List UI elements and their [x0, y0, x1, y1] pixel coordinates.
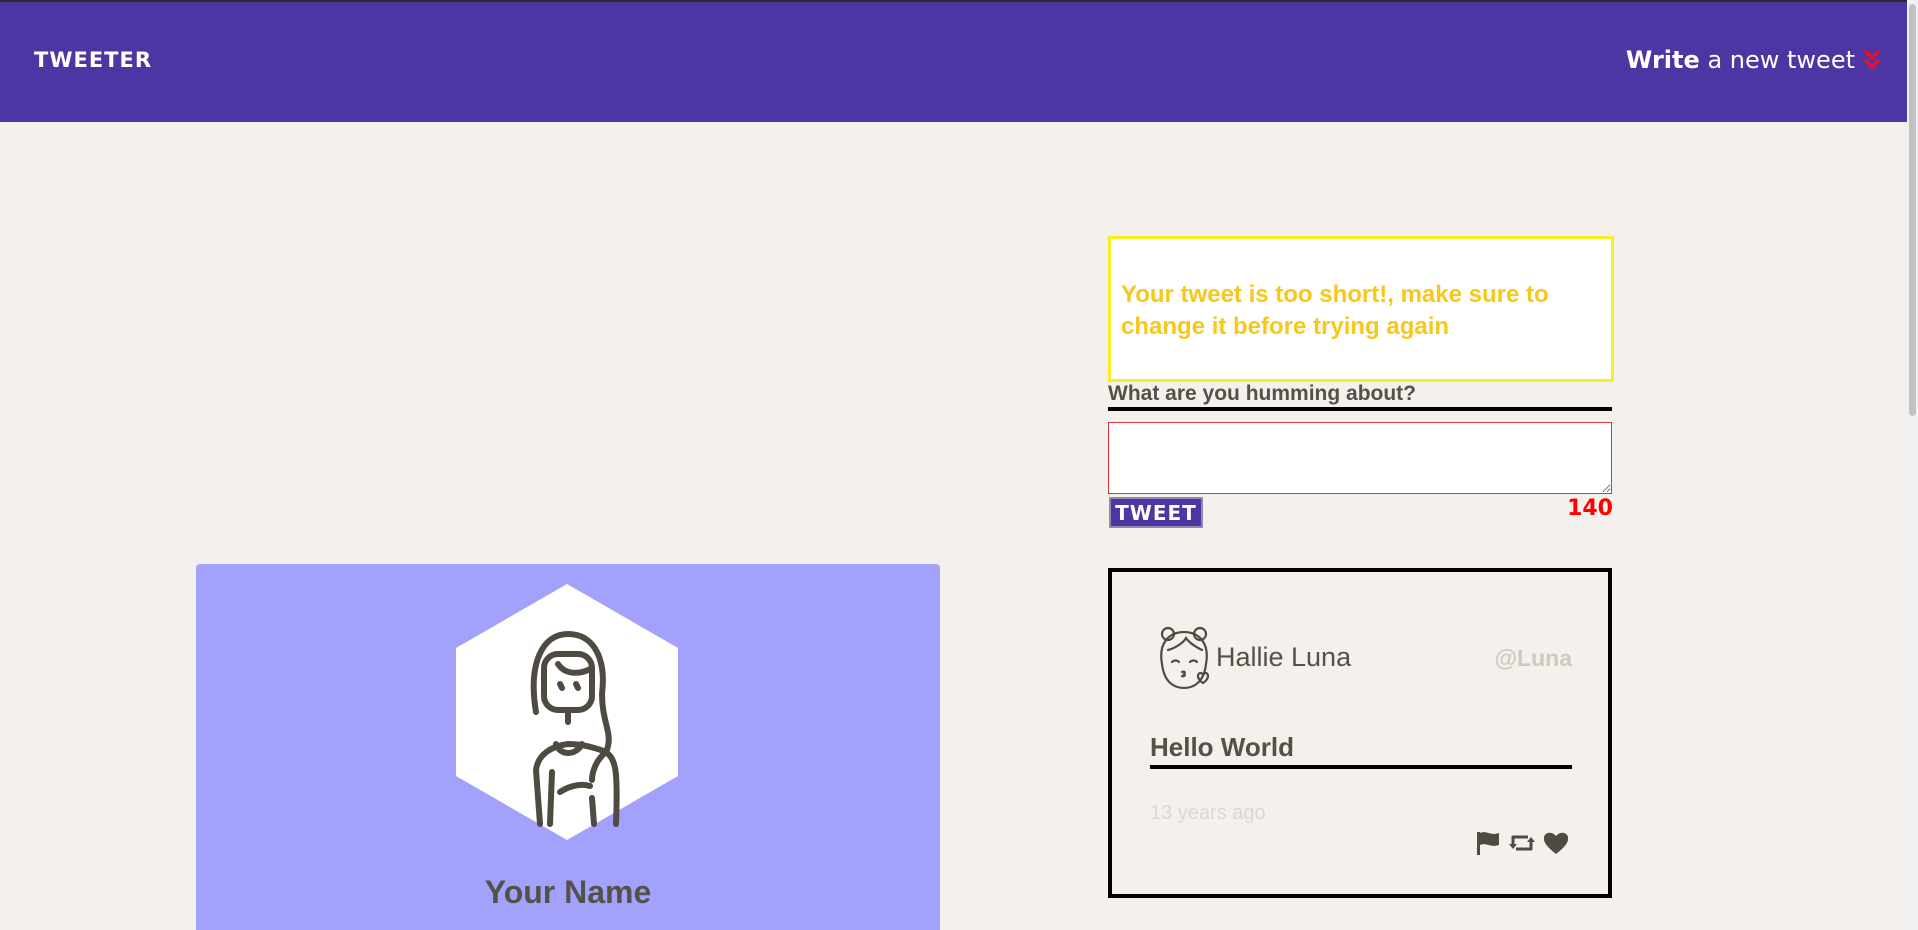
tweet-input[interactable]: [1108, 422, 1612, 494]
error-message-box: Your tweet is too short!, make sure to c…: [1108, 236, 1614, 382]
compose-label-underline: [1108, 407, 1612, 411]
tweet-card: Hallie Luna @Luna Hello World 13 years a…: [1108, 568, 1612, 898]
scrollbar-track[interactable]: [1907, 0, 1918, 930]
compose-toggle[interactable]: Write a new tweet: [1626, 46, 1881, 74]
character-counter: 140: [1567, 496, 1613, 521]
heart-icon[interactable]: [1542, 830, 1570, 856]
profile-avatar: [456, 584, 678, 840]
brand-logo[interactable]: TWEETER: [34, 48, 152, 72]
tweet-avatar: [1160, 626, 1210, 690]
tweet-author-handle: @Luna: [1494, 645, 1572, 671]
tweet-content: Hello World: [1150, 732, 1294, 762]
profile-name: Your Name: [484, 874, 652, 910]
double-chevron-down-icon: [1863, 49, 1881, 70]
retweet-icon[interactable]: [1508, 830, 1536, 856]
compose-label: What are you humming about?: [1108, 382, 1416, 405]
tweet-content-underline: [1150, 765, 1572, 769]
flag-icon[interactable]: [1474, 830, 1502, 856]
tweet-actions: [1474, 830, 1570, 856]
compose-strong: Write: [1625, 46, 1700, 74]
tweet-author-name: Hallie Luna: [1216, 642, 1352, 672]
compose-rest: a new tweet: [1707, 46, 1855, 74]
scrollbar-thumb[interactable]: [1909, 4, 1916, 416]
tweet-submit-button[interactable]: TWEET: [1109, 497, 1203, 528]
error-message: Your tweet is too short!, make sure to c…: [1121, 281, 1549, 340]
navbar: TWEETER Write a new tweet: [0, 2, 1907, 122]
tweet-timestamp: 13 years ago: [1150, 802, 1266, 824]
profile-card: Your Name: [196, 564, 940, 930]
